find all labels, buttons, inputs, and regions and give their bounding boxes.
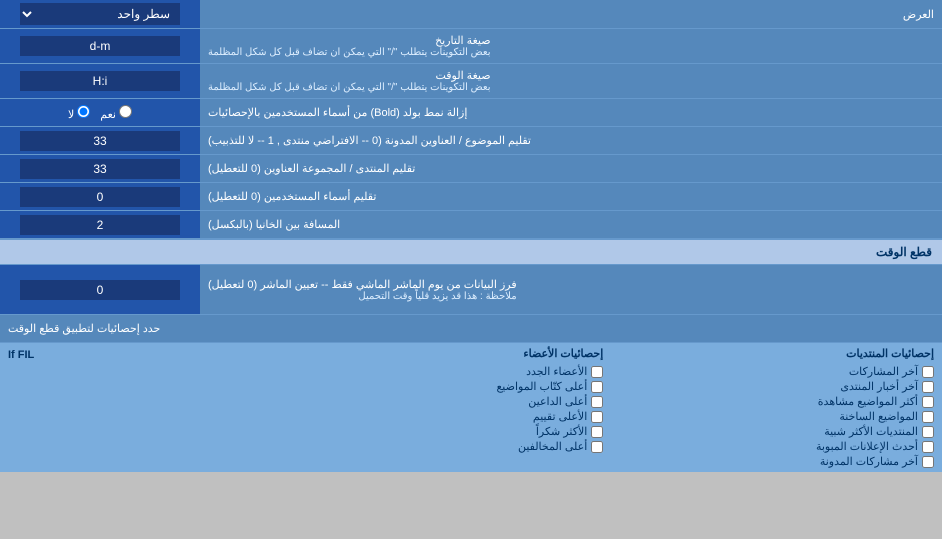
forum-stat-item-3[interactable]: أكثر المواضيع مشاهدة <box>603 395 934 408</box>
member-stat-item-4[interactable]: الأعلى تقييم <box>273 410 604 423</box>
view-select[interactable]: سطر واحدسطرينثلاثة أسطر <box>20 3 180 25</box>
date-format-input-wrapper <box>0 29 200 63</box>
forum-trim-row: تقليم المنتدى / المجموعة العناوين (0 للت… <box>0 155 942 183</box>
header-label: العرض <box>200 3 942 26</box>
time-format-input[interactable] <box>20 71 180 91</box>
time-cut-input[interactable] <box>20 280 180 300</box>
forum-stat-cb-2[interactable] <box>922 381 934 393</box>
date-format-row: صيغة التاريخ بعض التكوينات يتطلب "/" الت… <box>0 29 942 64</box>
topic-trim-input[interactable] <box>20 131 180 151</box>
date-format-input[interactable] <box>20 36 180 56</box>
username-trim-row: تقليم أسماء المستخدمين (0 للتعطيل) <box>0 183 942 211</box>
time-format-row: صيغة الوقت بعض التكوينات يتطلب "/" التي … <box>0 64 942 99</box>
forum-stat-item-2[interactable]: آخر أخبار المنتدى <box>603 380 934 393</box>
time-cut-row: فرز البيانات من يوم الماشر الماشي فقط --… <box>0 265 942 315</box>
forum-stat-cb-1[interactable] <box>922 366 934 378</box>
topic-trim-row: تقليم الموضوع / العناوين المدونة (0 -- ا… <box>0 127 942 155</box>
radio-no[interactable] <box>77 105 90 118</box>
member-stat-item-3[interactable]: أعلى الداعين <box>273 395 604 408</box>
if-fil-label: If FIL <box>8 349 34 361</box>
bold-remove-radio-wrapper: نعم لا <box>0 99 200 126</box>
main-container: العرض سطر واحدسطرينثلاثة أسطر صيغة التار… <box>0 0 942 472</box>
member-stat-cb-6[interactable] <box>591 441 603 453</box>
radio-yes-label: نعم <box>100 105 132 121</box>
time-format-input-wrapper <box>0 64 200 98</box>
time-cut-label: فرز البيانات من يوم الماشر الماشي فقط --… <box>200 265 942 314</box>
cell-spacing-input-wrapper <box>0 211 200 238</box>
forum-stat-item-5[interactable]: المنتديات الأكثر شبية <box>603 425 934 438</box>
bottom-section-label: حدد إحصائيات لتطبيق قطع الوقت <box>0 315 942 343</box>
cell-spacing-input[interactable] <box>20 215 180 235</box>
username-trim-label: تقليم أسماء المستخدمين (0 للتعطيل) <box>200 183 942 210</box>
forum-stat-cb-5[interactable] <box>922 426 934 438</box>
forum-stat-item-4[interactable]: المواضيع الساخنة <box>603 410 934 423</box>
filter-label-col: If FIL <box>8 347 273 468</box>
radio-yes[interactable] <box>119 105 132 118</box>
checkboxes-section: إحصائيات المنتديات آخر المشاركات آخر أخب… <box>0 343 942 472</box>
member-stat-item-6[interactable]: أعلى المخالفين <box>273 440 604 453</box>
time-cut-input-wrapper <box>0 265 200 314</box>
member-stat-cb-1[interactable] <box>591 366 603 378</box>
forum-stat-cb-4[interactable] <box>922 411 934 423</box>
header-select-wrapper: سطر واحدسطرينثلاثة أسطر <box>0 0 200 28</box>
forum-stat-cb-7[interactable] <box>922 456 934 468</box>
member-stat-cb-5[interactable] <box>591 426 603 438</box>
forum-stats-header: إحصائيات المنتديات <box>603 347 934 360</box>
forum-stats-col: إحصائيات المنتديات آخر المشاركات آخر أخب… <box>603 347 934 468</box>
topic-trim-label: تقليم الموضوع / العناوين المدونة (0 -- ا… <box>200 127 942 154</box>
cell-spacing-label: المسافة بين الخانيا (بالبكسل) <box>200 211 942 238</box>
forum-trim-input[interactable] <box>20 159 180 179</box>
member-stats-header: إحصائيات الأعضاء <box>273 347 604 360</box>
topic-trim-input-wrapper <box>0 127 200 154</box>
forum-stat-item-7[interactable]: آخر مشاركات المدونة <box>603 455 934 468</box>
forum-stat-cb-3[interactable] <box>922 396 934 408</box>
forum-stat-item-6[interactable]: أحدث الإعلانات المبوبة <box>603 440 934 453</box>
time-format-label: صيغة الوقت بعض التكوينات يتطلب "/" التي … <box>200 64 942 98</box>
forum-trim-label: تقليم المنتدى / المجموعة العناوين (0 للت… <box>200 155 942 182</box>
member-stat-item-5[interactable]: الأكثر شكراً <box>273 425 604 438</box>
forum-stat-cb-6[interactable] <box>922 441 934 453</box>
date-format-label: صيغة التاريخ بعض التكوينات يتطلب "/" الت… <box>200 29 942 63</box>
section-header: قطع الوقت <box>0 239 942 265</box>
member-stat-item-2[interactable]: أعلى كتّاب المواضيع <box>273 380 604 393</box>
forum-stat-item-1[interactable]: آخر المشاركات <box>603 365 934 378</box>
member-stats-col: إحصائيات الأعضاء الأعضاء الجدد أعلى كتّا… <box>273 347 604 468</box>
username-trim-input-wrapper <box>0 183 200 210</box>
member-stat-cb-2[interactable] <box>591 381 603 393</box>
username-trim-input[interactable] <box>20 187 180 207</box>
forum-trim-input-wrapper <box>0 155 200 182</box>
member-stat-cb-3[interactable] <box>591 396 603 408</box>
bold-remove-row: إزالة نمط بولد (Bold) من أسماء المستخدمي… <box>0 99 942 127</box>
radio-no-label: لا <box>68 105 90 121</box>
member-stat-cb-4[interactable] <box>591 411 603 423</box>
cell-spacing-row: المسافة بين الخانيا (بالبكسل) <box>0 211 942 239</box>
bold-remove-label: إزالة نمط بولد (Bold) من أسماء المستخدمي… <box>200 99 942 126</box>
member-stat-item-1[interactable]: الأعضاء الجدد <box>273 365 604 378</box>
header-row: العرض سطر واحدسطرينثلاثة أسطر <box>0 0 942 29</box>
